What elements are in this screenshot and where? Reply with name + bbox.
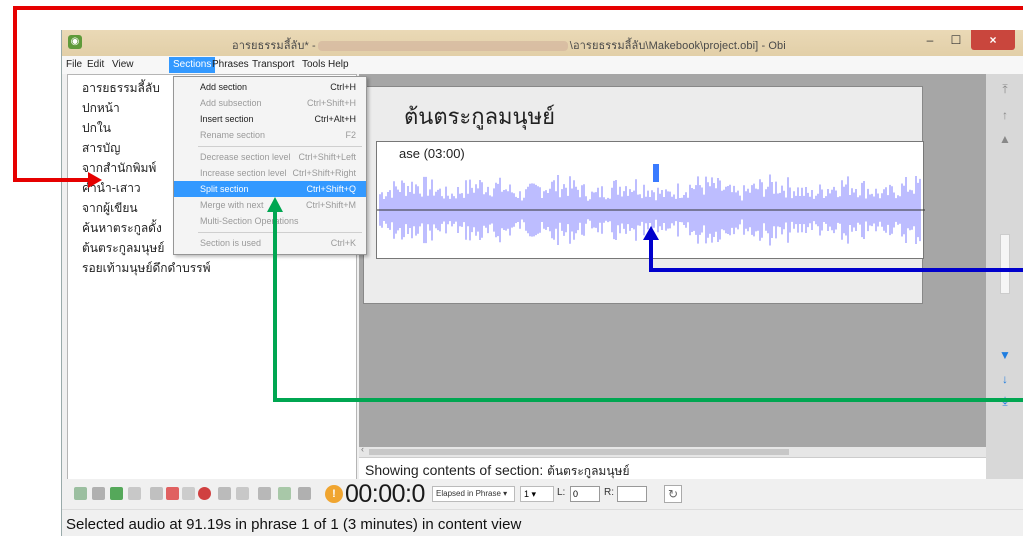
menu-item-rename-section[interactable]: Rename section F2	[174, 127, 366, 143]
tree-item[interactable]: ค้นหาตระกูลดั้ง	[82, 219, 162, 238]
scroll-up-icon[interactable]: ↑	[998, 108, 1012, 122]
scroll-thumb[interactable]	[1000, 234, 1010, 294]
menu-separator	[198, 232, 362, 233]
tree-item[interactable]: อารยธรรมลี้ลับ	[82, 79, 160, 98]
menu-separator	[198, 146, 362, 147]
scroll-down-icon[interactable]: ↓	[998, 372, 1012, 386]
scroll-page-down-icon[interactable]: ▼	[998, 348, 1012, 362]
showing-section-name: ต้นตระกูลมนุษย์	[547, 464, 630, 478]
content-view: ต้นตระกูลมนุษย์ ase (03:00)	[359, 74, 989, 486]
menu-item-section-is-used[interactable]: Section is used Ctrl+K	[174, 235, 366, 251]
menu-view[interactable]: View	[112, 59, 134, 70]
tree-item[interactable]: ปกใน	[82, 119, 111, 138]
menu-item-add-subsection[interactable]: Add subsection Ctrl+Shift+H	[174, 95, 366, 111]
tree-item[interactable]: จากผู้เขียน	[82, 199, 138, 218]
tree-item[interactable]: คำนำ-เสาว	[82, 179, 141, 198]
scroll-bottom-icon[interactable]: ⤓	[998, 394, 1012, 408]
section-strip-title: ต้นตระกูลมนุษย์	[404, 105, 555, 130]
scroll-left-icon[interactable]: ‹	[361, 444, 364, 454]
l-label: L:	[557, 487, 566, 498]
section-strip[interactable]: ต้นตระกูลมนุษย์ ase (03:00)	[363, 86, 925, 304]
tree-item[interactable]: ปกหน้า	[82, 99, 120, 118]
showing-prefix: Showing contents of section:	[365, 462, 544, 478]
r-input[interactable]	[617, 486, 647, 502]
menu-item-merge-with-next[interactable]: Merge with next Ctrl+Shift+M	[174, 197, 366, 213]
horizontal-scroll-thumb[interactable]	[369, 449, 789, 455]
prev-phrase-icon[interactable]	[110, 487, 123, 500]
close-button[interactable]: ×	[971, 30, 1015, 50]
phrase-number-select[interactable]: 1 ▾	[520, 486, 554, 502]
minimize-button[interactable]: –	[917, 30, 943, 50]
transport-toolbar: ! 00:00:0 Elapsed in Phrase ▾ 1 ▾ L: 0 R…	[62, 479, 1023, 509]
obi-app-icon: ◉	[68, 35, 82, 49]
menu-file[interactable]: File	[66, 59, 82, 70]
menu-help[interactable]: Help	[328, 59, 349, 70]
refresh-icon[interactable]: ↻	[664, 485, 682, 503]
time-display: 00:00:0	[345, 480, 425, 508]
menu-edit[interactable]: Edit	[87, 59, 104, 70]
title-bar: ◉ อารยธรรมลี้ลับ* - \อารยธรรมลี้ลับ\Makeb…	[62, 30, 1023, 56]
playhead-cursor[interactable]	[653, 164, 659, 182]
next-phrase-icon[interactable]	[258, 487, 271, 500]
play-icon[interactable]	[150, 487, 163, 500]
menu-item-decrease-level[interactable]: Decrease section level Ctrl+Shift+Left	[174, 149, 366, 165]
menu-item-increase-level[interactable]: Increase section level Ctrl+Shift+Right	[174, 165, 366, 181]
menu-bar: File Edit View Sections Phrases Transpor…	[62, 56, 1023, 74]
menu-item-split-section[interactable]: Split section Ctrl+Shift+Q	[174, 181, 366, 197]
record-phrase-icon[interactable]	[198, 487, 211, 500]
redacted-path	[317, 41, 568, 52]
maximize-button[interactable]: ☐	[943, 30, 969, 50]
time-mode-value: Elapsed in Phrase	[436, 489, 501, 498]
tree-item[interactable]: จากสำนักพิมพ์	[82, 159, 156, 178]
menu-item-add-section[interactable]: Add section Ctrl+H	[174, 79, 366, 95]
time-mode-select[interactable]: Elapsed in Phrase ▾	[432, 486, 515, 502]
phrase-block[interactable]: ase (03:00)	[376, 141, 925, 259]
sections-menu-dropdown: Add section Ctrl+H Add subsection Ctrl+Shi…	[173, 76, 367, 255]
menu-phrases[interactable]: Phrases	[212, 59, 249, 70]
prev-section-icon[interactable]	[92, 487, 105, 500]
tree-item[interactable]: สารบัญ	[82, 139, 120, 158]
menu-item-insert-section[interactable]: Insert section Ctrl+Alt+H	[174, 111, 366, 127]
scroll-page-up-icon[interactable]: ▲	[998, 132, 1012, 146]
menu-tools[interactable]: Tools	[302, 59, 325, 70]
status-bar: Selected audio at 91.19s in phrase 1 of …	[62, 509, 1023, 536]
title-suffix: \อารยธรรมลี้ลับ\Makebook\project.obi] - …	[569, 40, 786, 52]
audio-waveform[interactable]	[377, 164, 925, 256]
nav-up-icon[interactable]	[74, 487, 87, 500]
scroll-top-icon[interactable]: ⤒	[998, 82, 1012, 96]
r-label: R:	[604, 487, 614, 498]
tree-item[interactable]: ต้นตระกูลมนุษย์	[82, 239, 164, 258]
menu-transport[interactable]: Transport	[252, 59, 294, 70]
stop-icon[interactable]	[182, 487, 195, 500]
showing-contents-label: Showing contents of section: ต้นตระกูลมน…	[359, 457, 986, 479]
record-icon[interactable]	[166, 487, 179, 500]
l-input[interactable]: 0	[570, 486, 600, 502]
pause-icon[interactable]	[218, 487, 231, 500]
screenshot-stage: ◉ อารยธรรมลี้ลับ* - \อารยธรรมลี้ลับ\Makeb…	[0, 0, 1023, 536]
rewind-icon[interactable]	[128, 487, 141, 500]
menu-item-multi-section-ops[interactable]: Multi-Section Operations	[174, 213, 366, 229]
title-prefix: อารยธรรมลี้ลับ* -	[232, 40, 316, 52]
next-section-icon[interactable]	[278, 487, 291, 500]
vertical-scroll-controls: ⤒ ↑ ▲ ▼ ↓ ⤓	[986, 74, 1023, 506]
horizontal-scrollbar[interactable]: ‹	[359, 444, 986, 457]
nav-down-icon[interactable]	[298, 487, 311, 500]
phrase-number-value: 1	[524, 489, 530, 499]
tree-item[interactable]: รอยเท้ามนุษย์ดึกดำบรรพ์	[82, 259, 211, 278]
phrase-label: ase (03:00)	[399, 146, 465, 161]
window-title: อารยธรรมลี้ลับ* - \อารยธรรมลี้ลับ\Makeboo…	[232, 36, 786, 54]
timer-icon: !	[325, 485, 343, 503]
fast-forward-icon[interactable]	[236, 487, 249, 500]
menu-sections[interactable]: Sections	[169, 57, 216, 73]
